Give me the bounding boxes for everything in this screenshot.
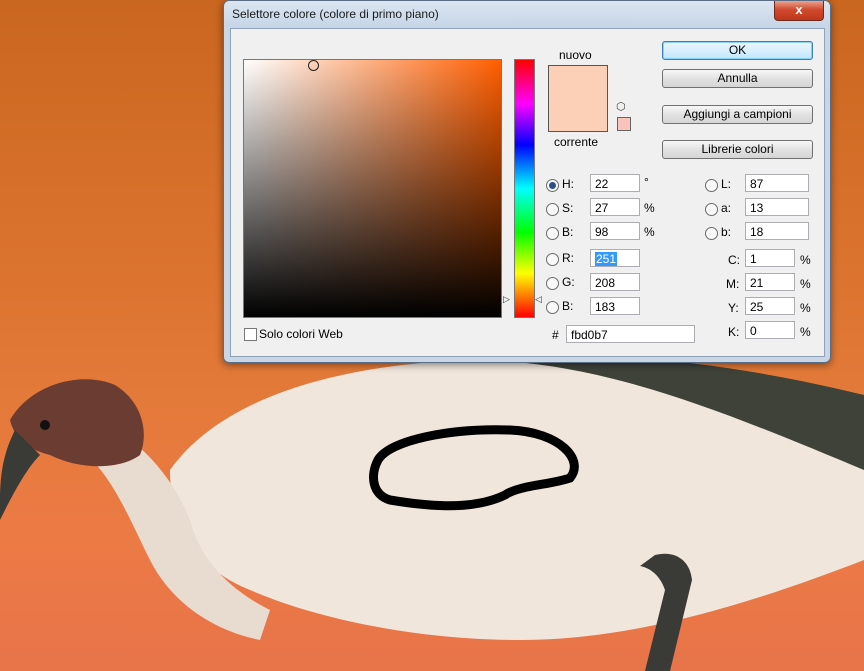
g-label: G: <box>562 275 575 289</box>
rgb-b-input[interactable]: 183 <box>590 297 640 315</box>
l-input[interactable]: 87 <box>745 174 809 192</box>
r-radio[interactable] <box>546 253 559 266</box>
b-label: B: <box>562 225 574 239</box>
b-input[interactable]: 98 <box>590 222 640 240</box>
m-input[interactable]: 21 <box>745 273 795 291</box>
lab-b-input[interactable]: 18 <box>745 222 809 240</box>
hex-input[interactable]: fbd0b7 <box>566 325 695 343</box>
a-radio[interactable] <box>705 203 718 216</box>
k-input[interactable]: 0 <box>745 321 795 339</box>
h-input[interactable]: 22 <box>590 174 640 192</box>
l-radio[interactable] <box>705 179 718 192</box>
h-radio[interactable] <box>546 179 559 192</box>
hex-label: # <box>552 328 559 342</box>
s-label: S: <box>562 201 574 215</box>
color-field[interactable] <box>243 59 502 318</box>
web-only-checkbox-icon[interactable] <box>244 328 257 341</box>
k-label: K: <box>728 325 740 339</box>
h-label: H: <box>562 177 574 191</box>
s-radio[interactable] <box>546 203 559 216</box>
new-label: nuovo <box>559 48 592 62</box>
add-to-swatches-button[interactable]: Aggiungi a campioni <box>662 105 813 124</box>
y-label: Y: <box>728 301 739 315</box>
rgb-b-radio[interactable] <box>546 301 559 314</box>
lab-b-radio[interactable] <box>705 227 718 240</box>
r-label: R: <box>562 251 574 265</box>
a-input[interactable]: 13 <box>745 198 809 216</box>
m-label: M: <box>726 277 740 291</box>
g-radio[interactable] <box>546 277 559 290</box>
h-unit: ° <box>644 175 649 189</box>
b-radio[interactable] <box>546 227 559 240</box>
lab-b-label: b: <box>721 225 732 239</box>
k-unit: % <box>800 325 811 339</box>
s-unit: % <box>644 201 655 215</box>
dialog-body: ▷ ◁ nuovo corrente ⬡ OK Annulla Aggiungi… <box>230 28 825 357</box>
cube-icon[interactable]: ⬡ <box>616 100 626 113</box>
close-icon: x <box>795 2 803 17</box>
c-unit: % <box>800 253 811 267</box>
y-input[interactable]: 25 <box>745 297 795 315</box>
web-only-label[interactable]: Solo colori Web <box>259 327 343 341</box>
g-input[interactable]: 208 <box>590 273 640 291</box>
l-label: L: <box>721 177 732 191</box>
y-unit: % <box>800 301 811 315</box>
s-input[interactable]: 27 <box>590 198 640 216</box>
close-button[interactable]: x <box>774 1 824 21</box>
ok-button[interactable]: OK <box>662 41 813 60</box>
gamut-warning-swatch[interactable] <box>617 117 631 131</box>
b-unit: % <box>644 225 655 239</box>
title-bar[interactable]: Selettore colore (colore di primo piano)… <box>224 1 830 27</box>
hue-slider-left-arrow-icon[interactable]: ▷ <box>503 294 510 305</box>
r-input[interactable]: 251 <box>590 249 640 267</box>
field-cursor-circle-icon[interactable] <box>308 60 319 71</box>
m-unit: % <box>800 277 811 291</box>
current-color-swatch[interactable] <box>548 98 608 132</box>
c-label: C: <box>728 253 740 267</box>
rgb-b-label: B: <box>562 299 574 313</box>
dialog-title: Selettore colore (colore di primo piano) <box>232 7 439 21</box>
r-value-selected: 251 <box>595 252 618 266</box>
color-picker-dialog: Selettore colore (colore di primo piano)… <box>223 0 831 363</box>
current-label: corrente <box>554 135 599 149</box>
color-libraries-button[interactable]: Librerie colori <box>662 140 813 159</box>
c-input[interactable]: 1 <box>745 249 795 267</box>
a-label: a: <box>721 201 732 215</box>
cancel-button[interactable]: Annulla <box>662 69 813 88</box>
new-color-swatch <box>548 65 608 99</box>
hue-slider-right-arrow-icon[interactable]: ◁ <box>535 294 542 305</box>
hue-slider[interactable] <box>514 59 535 318</box>
